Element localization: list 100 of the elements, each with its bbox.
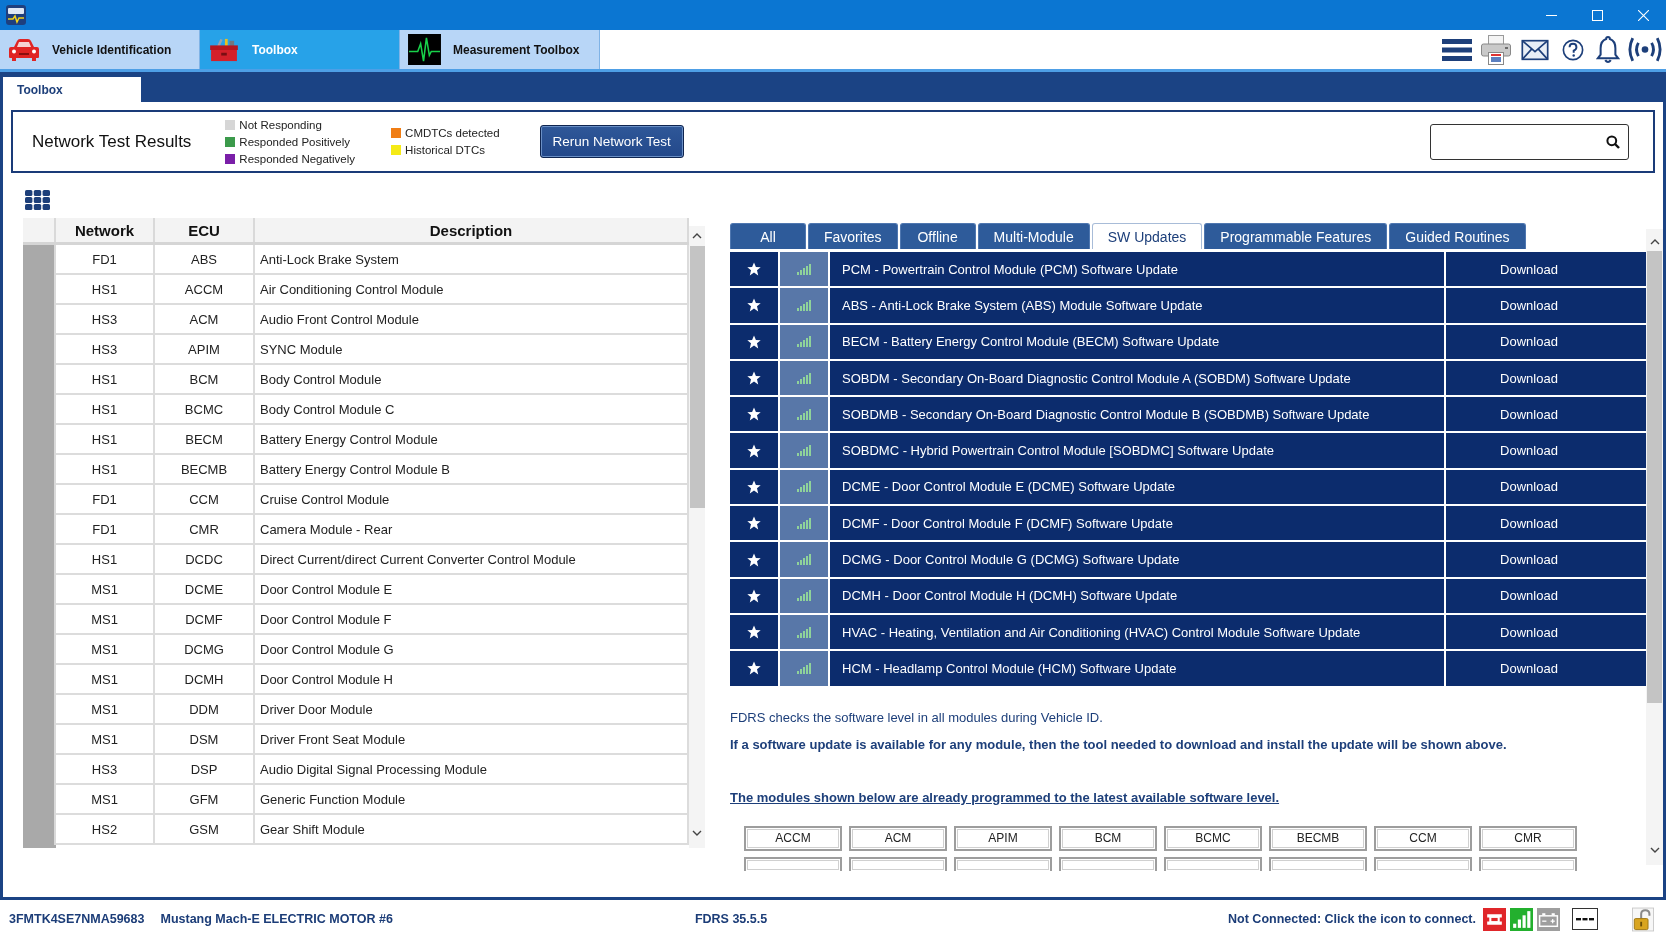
favorite-button[interactable]: [730, 252, 778, 287]
scrollbar-thumb[interactable]: [1647, 251, 1662, 703]
favorite-button[interactable]: [730, 578, 778, 613]
download-button[interactable]: Download: [1446, 578, 1646, 613]
module-button[interactable]: CCM: [1374, 825, 1472, 851]
scrollbar-thumb[interactable]: [689, 246, 705, 508]
module-button[interactable]: BCM: [1059, 825, 1157, 851]
tab[interactable]: Offline: [899, 223, 976, 249]
signal-bars-icon: [796, 408, 812, 420]
module-button[interactable]: [744, 856, 842, 871]
favorite-button[interactable]: [730, 614, 778, 650]
table-cell: Door Control Module H: [255, 665, 689, 695]
table-cell: CMR: [155, 515, 255, 545]
search-icon[interactable]: [1606, 134, 1620, 149]
signal-bars-icon[interactable]: [1510, 907, 1533, 931]
star-icon: [747, 661, 761, 676]
module-button[interactable]: ACCM: [744, 825, 842, 851]
search-field[interactable]: [1430, 123, 1629, 160]
table-cell: MS1: [56, 575, 155, 605]
table-cell: MS1: [56, 605, 155, 635]
scroll-up-icon[interactable]: [692, 233, 702, 239]
table-cell: Anti-Lock Brake System: [255, 245, 689, 275]
favorite-button[interactable]: [730, 542, 778, 577]
favorite-button[interactable]: [730, 397, 778, 432]
tab[interactable]: All: [730, 223, 806, 249]
table-cell: Battery Energy Control Module B: [255, 455, 689, 485]
update-name-cell: DCMH - Door Control Module H (DCMH) Software Update: [830, 578, 1444, 613]
app-tab[interactable]: Vehicle Identification: [0, 30, 200, 69]
battery-icon[interactable]: [1537, 907, 1560, 931]
rerun-network-test-button[interactable]: Rerun Network Test: [539, 125, 684, 158]
download-button[interactable]: Download: [1446, 288, 1646, 323]
table-cell: Driver Front Seat Module: [255, 725, 689, 755]
tab[interactable]: Programmable Features: [1204, 223, 1388, 249]
download-button[interactable]: Download: [1446, 506, 1646, 541]
tab[interactable]: Toolbox: [3, 77, 141, 102]
module-button[interactable]: BCMC: [1164, 825, 1262, 851]
star-icon: [747, 443, 761, 458]
connector-icon[interactable]: [1483, 907, 1506, 931]
favorite-button[interactable]: [730, 651, 778, 686]
version-text: FDRS 35.5.5: [694, 912, 768, 926]
module-button[interactable]: [1479, 856, 1577, 871]
tab[interactable]: Multi-Module: [977, 223, 1090, 249]
signal-bars-icon: [796, 445, 812, 457]
scrollbar[interactable]: [1646, 229, 1663, 865]
open-padlock-icon[interactable]: [1632, 906, 1654, 932]
star-icon: [747, 407, 761, 422]
favorite-button[interactable]: [730, 433, 778, 468]
app-tab[interactable]: Measurement Toolbox: [400, 30, 600, 69]
module-button[interactable]: BECMB: [1269, 825, 1367, 851]
download-button[interactable]: Download: [1446, 651, 1646, 686]
grid-view-icon[interactable]: [25, 190, 50, 210]
download-button[interactable]: Download: [1446, 614, 1646, 650]
scroll-up-icon[interactable]: [1649, 239, 1660, 245]
module-button[interactable]: [1374, 856, 1472, 871]
download-button[interactable]: Download: [1446, 324, 1646, 359]
module-button[interactable]: ACM: [849, 825, 947, 851]
tab[interactable]: Guided Routines: [1389, 223, 1526, 249]
download-button[interactable]: Download: [1446, 397, 1646, 432]
favorite-button[interactable]: [730, 288, 778, 323]
scroll-down-icon[interactable]: [692, 830, 702, 836]
tab[interactable]: SW Updates: [1091, 223, 1203, 249]
favorite-button[interactable]: [730, 506, 778, 541]
vin-text: 3FMTK4SE7NMA59683: [9, 912, 145, 926]
download-button[interactable]: Download: [1446, 469, 1646, 505]
module-button[interactable]: CMR: [1479, 825, 1577, 851]
table-cell: BECMB: [155, 455, 255, 485]
download-button[interactable]: Download: [1446, 252, 1646, 287]
download-button[interactable]: Download: [1446, 542, 1646, 577]
favorite-button[interactable]: [730, 360, 778, 396]
menu-icon[interactable]: [1442, 38, 1472, 61]
module-button[interactable]: [1164, 856, 1262, 871]
favorite-button[interactable]: [730, 469, 778, 505]
printer-icon[interactable]: [1480, 33, 1512, 66]
dash-box-icon[interactable]: [1572, 908, 1598, 930]
signal-bars-icon: [796, 372, 812, 384]
module-button[interactable]: [849, 856, 947, 871]
download-button[interactable]: Download: [1446, 433, 1646, 468]
table-cell: Audio Front Control Module: [255, 305, 689, 335]
module-button[interactable]: APIM: [954, 825, 1052, 851]
table-cell: GSM: [155, 815, 255, 845]
envelope-icon[interactable]: [1520, 38, 1550, 61]
scroll-down-icon[interactable]: [1649, 847, 1660, 853]
module-button[interactable]: [1269, 856, 1367, 871]
table-cell: BCM: [155, 365, 255, 395]
table-cell: Direct Current/direct Current Converter Control Module: [255, 545, 689, 575]
signal-bars-icon: [796, 263, 812, 275]
scrollbar[interactable]: [689, 226, 705, 848]
table-cell: APIM: [155, 335, 255, 365]
favorite-button[interactable]: [730, 324, 778, 359]
signal-bars-icon: [796, 299, 812, 311]
download-button[interactable]: Download: [1446, 360, 1646, 396]
signal-bars-icon: [796, 590, 812, 602]
star-icon: [747, 371, 761, 386]
module-button[interactable]: [954, 856, 1052, 871]
table-cell: Body Control Module C: [255, 395, 689, 425]
bell-icon[interactable]: [1596, 34, 1620, 65]
table-cell: Battery Energy Control Module: [255, 425, 689, 455]
tab[interactable]: Favorites: [808, 223, 898, 249]
wireless-signal-icon[interactable]: [1628, 36, 1662, 63]
module-button[interactable]: [1059, 856, 1157, 871]
